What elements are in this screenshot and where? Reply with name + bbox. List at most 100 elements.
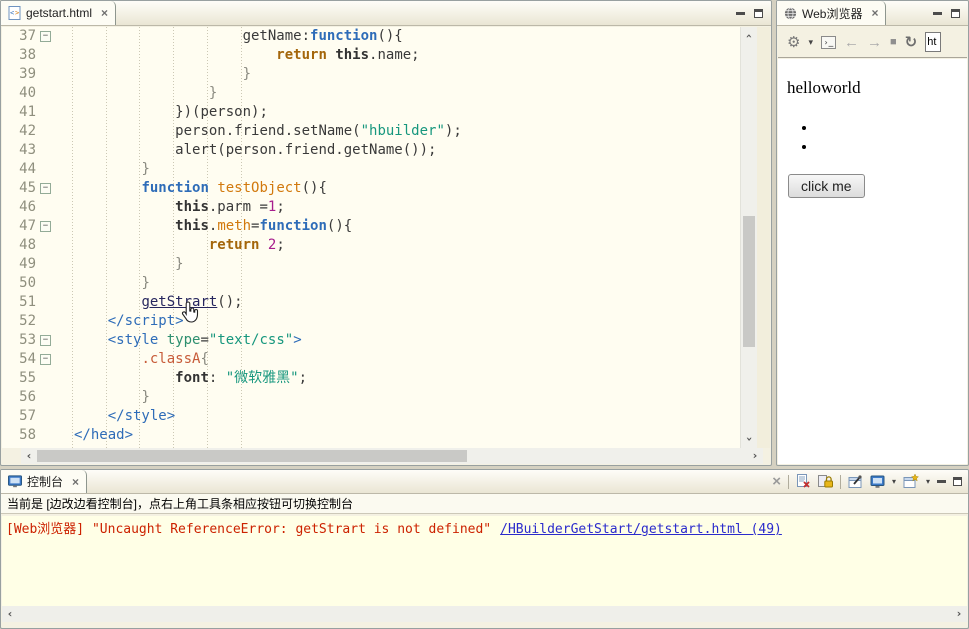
fold-collapse-icon[interactable]: − bbox=[38, 331, 54, 350]
code-text: this.meth=function(){ bbox=[175, 218, 353, 234]
code-text: } bbox=[242, 66, 252, 82]
browser-window-controls bbox=[925, 1, 968, 25]
scroll-left-icon[interactable]: › bbox=[4, 608, 16, 621]
editor-vertical-scrollbar[interactable]: › › bbox=[740, 27, 757, 448]
gear-dropdown-icon[interactable]: ▾ bbox=[808, 37, 813, 48]
code-line[interactable]: 43 alert(person.friend.getName()); bbox=[2, 141, 740, 160]
forward-icon[interactable]: → bbox=[867, 35, 882, 50]
stop-icon[interactable]: ■ bbox=[890, 36, 897, 48]
tab-getstart-html[interactable]: < > getstart.html × bbox=[1, 1, 117, 25]
code-line[interactable]: 49 } bbox=[2, 255, 740, 274]
code-line[interactable]: 54− .classA{ bbox=[2, 350, 740, 369]
clear-log-icon[interactable] bbox=[796, 474, 811, 489]
code-text: })(person); bbox=[175, 104, 268, 120]
scroll-up-icon[interactable]: › bbox=[742, 30, 755, 42]
tab-web-browser[interactable]: Web浏览器 × bbox=[777, 1, 887, 25]
refresh-icon[interactable]: ↻ bbox=[905, 33, 918, 51]
line-number: 38 bbox=[19, 47, 36, 63]
code-line[interactable]: 56 } bbox=[2, 388, 740, 407]
line-number: 53 bbox=[19, 332, 36, 348]
line-number: 47 bbox=[19, 218, 36, 234]
scroll-right-icon[interactable]: › bbox=[953, 608, 965, 620]
minimize-icon[interactable] bbox=[933, 11, 942, 15]
minimize-icon[interactable] bbox=[937, 480, 946, 483]
code-line[interactable]: 39 } bbox=[2, 65, 740, 84]
console-tabbar: 控制台 × × ▾ ▾ bbox=[1, 470, 968, 494]
console-view-dropdown-icon[interactable]: ▾ bbox=[892, 477, 896, 486]
fold-collapse-icon[interactable]: − bbox=[38, 27, 54, 46]
code-line[interactable]: 38 return this.name; bbox=[2, 46, 740, 65]
close-icon[interactable]: × bbox=[871, 7, 878, 19]
code-line[interactable]: 55 font: "微软雅黑"; bbox=[2, 369, 740, 388]
console-toggle-icon[interactable]: ›_ bbox=[820, 35, 836, 49]
code-line[interactable]: 48 return 2; bbox=[2, 236, 740, 255]
code-line[interactable]: 52 </script> bbox=[2, 312, 740, 331]
console-view-icon[interactable] bbox=[870, 475, 885, 489]
line-number: 57 bbox=[19, 408, 36, 424]
url-input[interactable] bbox=[925, 32, 942, 52]
line-number: 55 bbox=[19, 370, 36, 386]
console-toolbar: × ▾ ▾ bbox=[772, 470, 968, 493]
console-error-link[interactable]: /HBuilderGetStart/getstart.html (49) bbox=[500, 522, 782, 537]
new-console-icon[interactable] bbox=[903, 474, 919, 489]
code-text: .classA{ bbox=[141, 351, 209, 367]
tab-label: getstart.html bbox=[26, 6, 93, 20]
line-number: 37 bbox=[19, 28, 36, 44]
gear-icon[interactable]: ⚙ bbox=[787, 33, 800, 51]
minimize-icon[interactable] bbox=[736, 11, 745, 15]
code-line[interactable]: 41 })(person); bbox=[2, 103, 740, 122]
fold-collapse-icon[interactable]: − bbox=[38, 217, 54, 236]
tab-label: 控制台 bbox=[27, 475, 64, 489]
list-item bbox=[817, 119, 959, 138]
scroll-lock-icon[interactable] bbox=[817, 474, 833, 489]
vertical-scroll-thumb[interactable] bbox=[743, 216, 755, 347]
web-browser-panel: Web浏览器 × ⚙ ▾ ›_ ← → ■ ↻ helloworld click… bbox=[776, 0, 969, 466]
code-line[interactable]: 44 } bbox=[2, 160, 740, 179]
code-line[interactable]: 53− <style type="text/css"> bbox=[2, 331, 740, 350]
maximize-icon[interactable] bbox=[953, 477, 962, 486]
maximize-icon[interactable] bbox=[754, 8, 763, 18]
code-line[interactable]: 40 } bbox=[2, 84, 740, 103]
fold-collapse-icon[interactable]: − bbox=[38, 179, 54, 198]
code-editor[interactable]: 37− getName:function(){38 return this.na… bbox=[2, 27, 740, 448]
scroll-down-icon[interactable]: › bbox=[743, 433, 756, 445]
new-console-dropdown-icon[interactable]: ▾ bbox=[926, 477, 930, 486]
editor-window-controls bbox=[728, 1, 771, 25]
code-line[interactable]: 50 } bbox=[2, 274, 740, 293]
horizontal-scroll-thumb[interactable] bbox=[37, 450, 468, 462]
clear-console-icon[interactable]: × bbox=[772, 474, 781, 489]
browser-tabbar: Web浏览器 × bbox=[777, 1, 968, 26]
code-line[interactable]: 42 person.friend.setName("hbuilder"); bbox=[2, 122, 740, 141]
line-number: 39 bbox=[19, 66, 36, 82]
code-line[interactable]: 45− function testObject(){ bbox=[2, 179, 740, 198]
close-icon[interactable]: × bbox=[72, 476, 79, 488]
maximize-icon[interactable] bbox=[951, 8, 960, 18]
code-text: font: "微软雅黑"; bbox=[175, 370, 308, 386]
editor-horizontal-scrollbar[interactable]: › › bbox=[21, 448, 763, 464]
code-line[interactable]: 46 this.parm =1; bbox=[2, 198, 740, 217]
scroll-left-icon[interactable]: › bbox=[23, 450, 35, 463]
editor-panel: < > getstart.html × 37− getName:function(… bbox=[0, 0, 772, 466]
tab-console[interactable]: 控制台 × bbox=[1, 470, 88, 493]
close-icon[interactable]: × bbox=[101, 7, 108, 19]
pin-console-icon[interactable] bbox=[848, 474, 863, 489]
code-line[interactable]: 37− getName:function(){ bbox=[2, 27, 740, 46]
code-text: } bbox=[141, 161, 150, 177]
scroll-right-icon[interactable]: › bbox=[749, 450, 761, 462]
code-line[interactable]: 57 </style> bbox=[2, 407, 740, 426]
back-icon[interactable]: ← bbox=[844, 35, 859, 50]
code-line[interactable]: 47− this.meth=function(){ bbox=[2, 217, 740, 236]
click-me-button[interactable]: click me bbox=[788, 174, 865, 198]
code-line[interactable]: 51 getStrart(); bbox=[2, 293, 740, 312]
tab-label: Web浏览器 bbox=[802, 6, 863, 21]
fold-collapse-icon[interactable]: − bbox=[38, 350, 54, 369]
code-line[interactable]: 58 </head> bbox=[2, 426, 740, 445]
console-horizontal-scrollbar[interactable]: › › bbox=[2, 606, 967, 622]
